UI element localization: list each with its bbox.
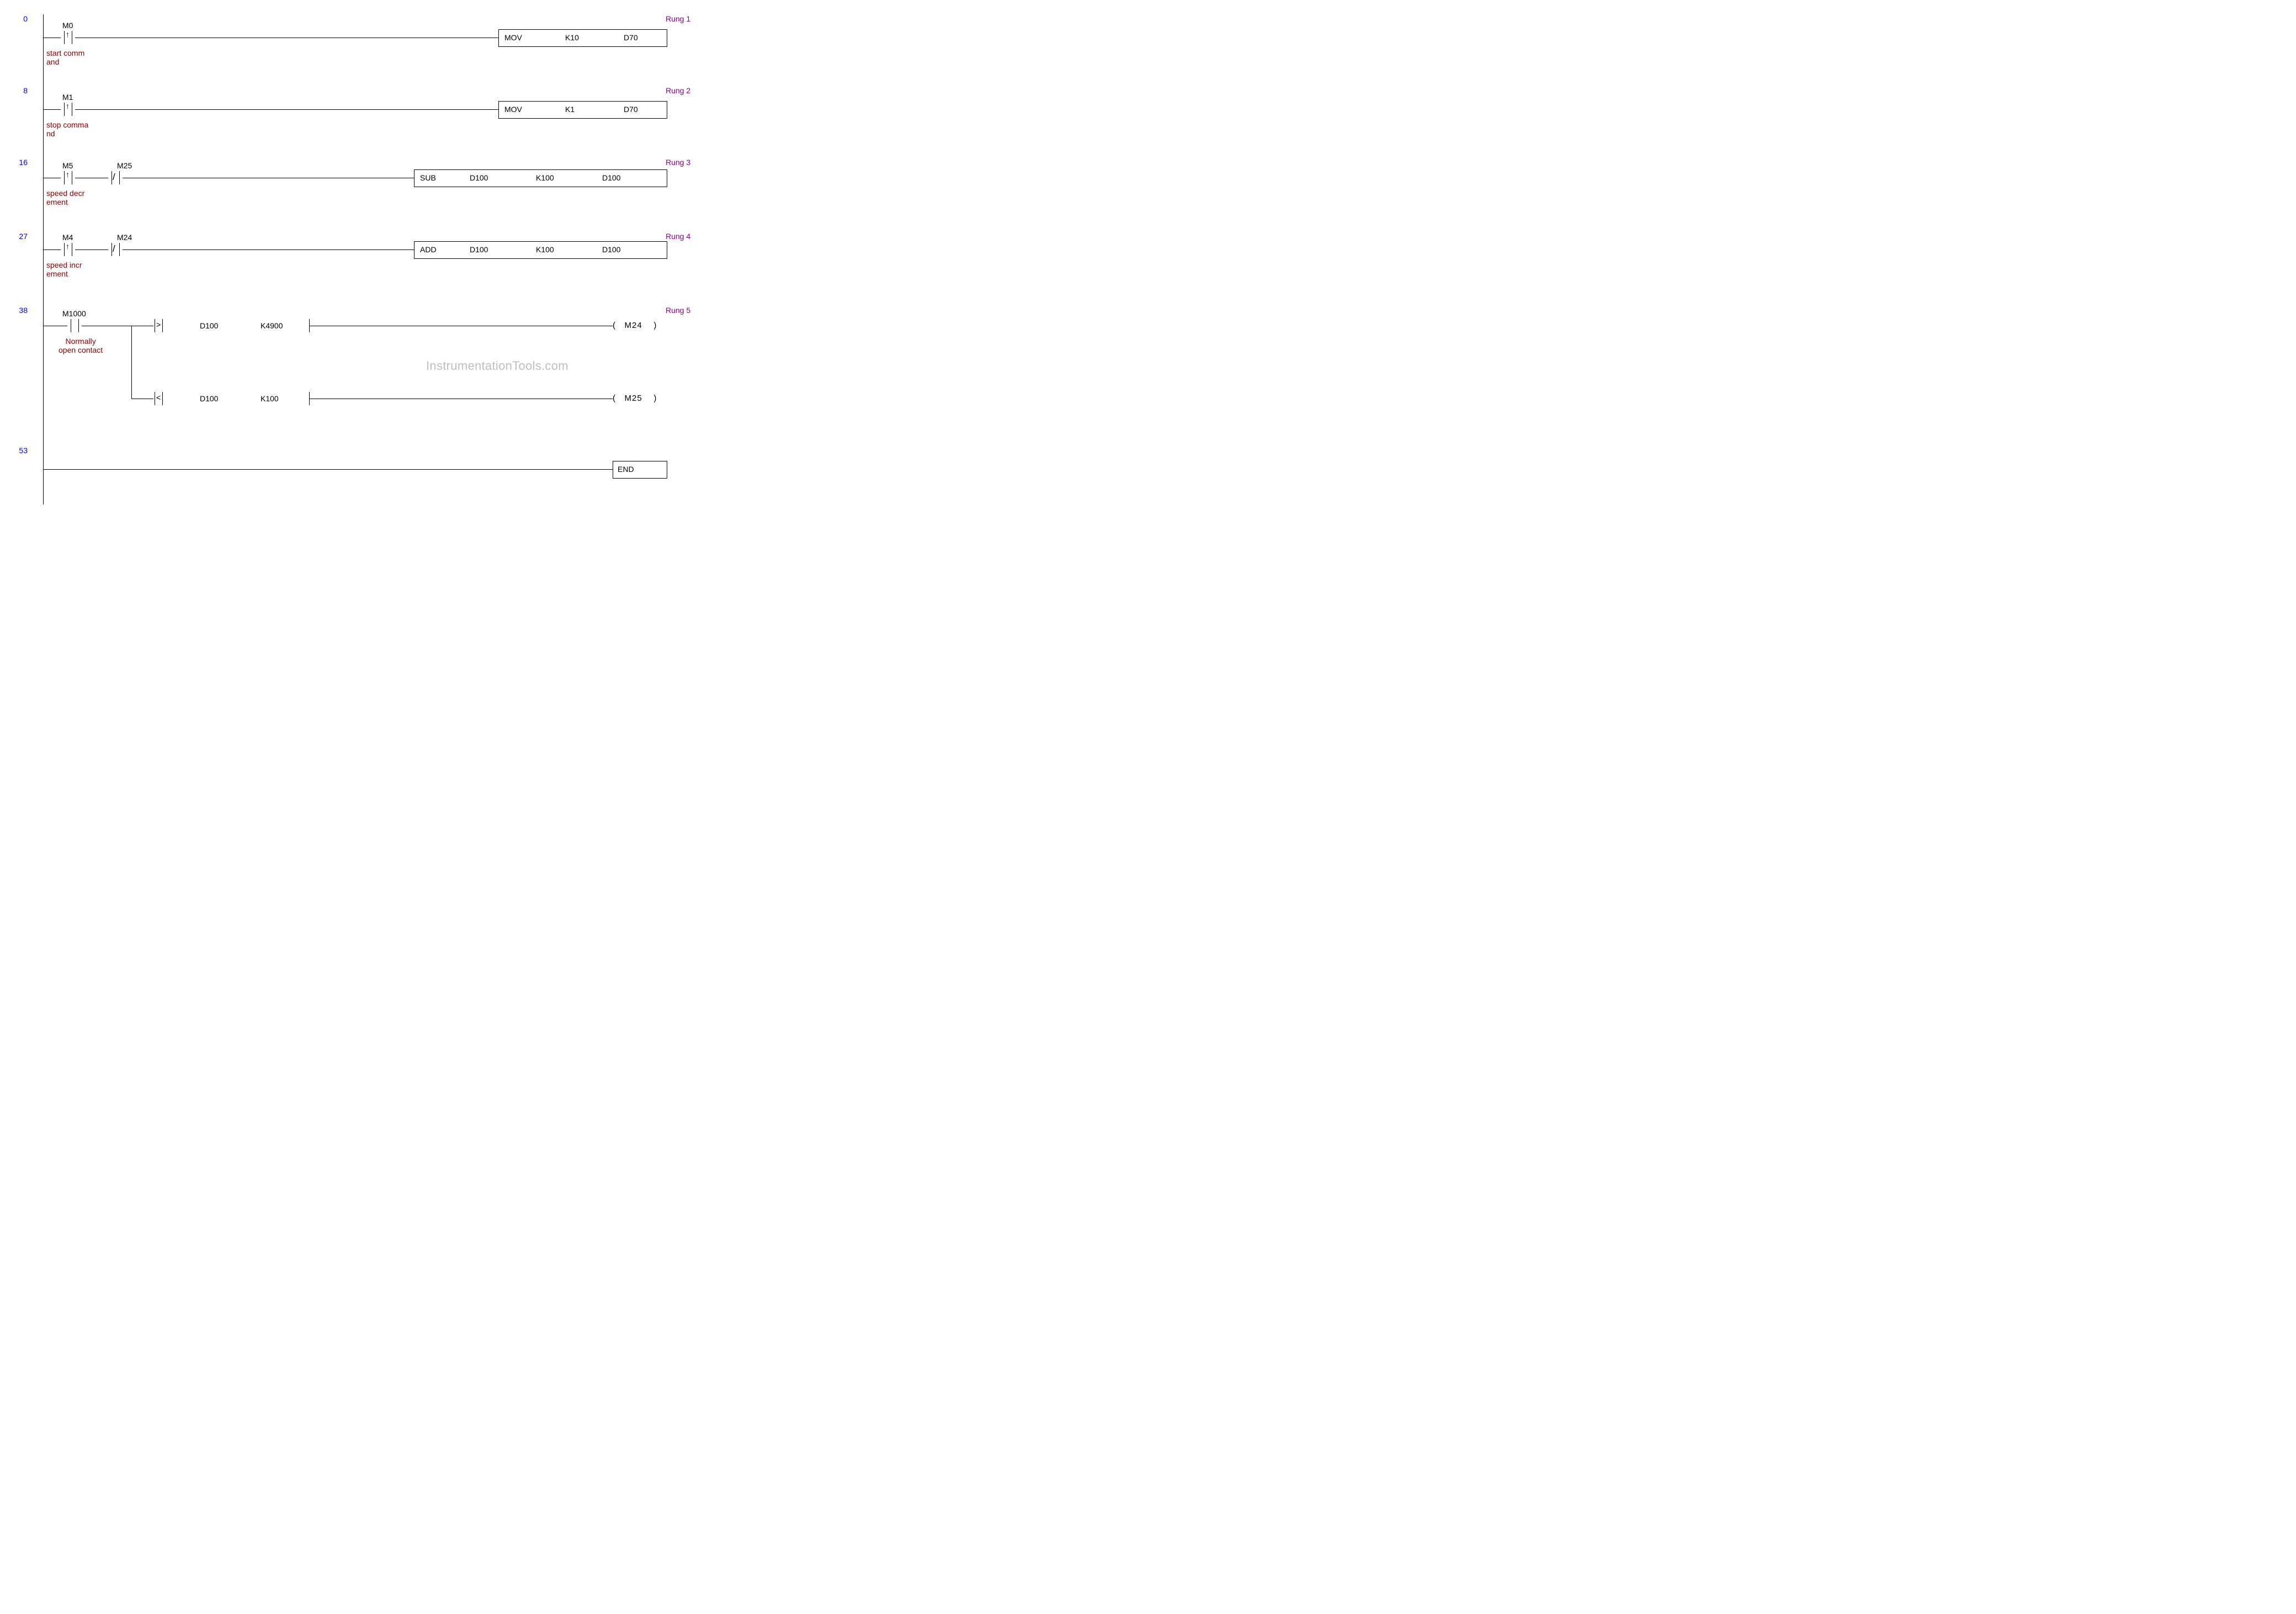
contact-nc-m25: / xyxy=(108,171,123,184)
step-number: 38 xyxy=(17,306,28,315)
address-label: M0 xyxy=(62,21,73,30)
address-label: M1 xyxy=(62,93,73,102)
rung-label: Rung 5 xyxy=(666,306,690,315)
address-label: M1000 xyxy=(62,309,86,318)
instruction-box-mov: MOV K1 D70 xyxy=(498,101,667,119)
rung-label: Rung 1 xyxy=(666,14,690,23)
instruction-box-end: END xyxy=(613,461,667,479)
branch-wire xyxy=(131,326,132,399)
compare-lt: < xyxy=(153,392,163,405)
step-number: 8 xyxy=(17,86,28,95)
address-label: M4 xyxy=(62,233,73,242)
rising-edge-icon: ↑ xyxy=(66,170,70,179)
instruction-box-mov: MOV K10 D70 xyxy=(498,29,667,47)
rising-edge-icon: ↑ xyxy=(66,30,70,39)
rising-edge-icon: ↑ xyxy=(66,102,70,110)
contact-no-m1000 xyxy=(67,319,82,332)
coil-m24: ( M24 ) xyxy=(613,321,657,330)
contact-rising-m4: ↑ xyxy=(61,243,75,256)
nc-slash-icon: / xyxy=(113,172,115,183)
watermark-text: InstrumentationTools.com xyxy=(426,359,568,373)
contact-rising-m5: ↑ xyxy=(61,171,75,184)
rising-edge-icon: ↑ xyxy=(66,242,70,251)
address-label: M25 xyxy=(117,161,132,170)
compare-operand: D100 xyxy=(200,394,218,403)
ladder-diagram: 0 Rung 1 ↑ M0 start comm and MOV K10 D70… xyxy=(0,0,718,505)
step-number: 53 xyxy=(17,446,28,455)
instruction-box-sub: SUB D100 K100 D100 xyxy=(414,169,667,187)
nc-slash-icon: / xyxy=(113,243,115,254)
rung-label: Rung 4 xyxy=(666,232,690,241)
compare-operand: K100 xyxy=(261,394,279,403)
step-number: 0 xyxy=(17,14,28,23)
contact-rising-m1: ↑ xyxy=(61,103,75,116)
address-label: M5 xyxy=(62,161,73,170)
compare-gt: > xyxy=(153,319,163,332)
contact-rising-m0: ↑ xyxy=(61,31,75,44)
rung-label: Rung 2 xyxy=(666,86,690,95)
step-number: 16 xyxy=(17,158,28,167)
wire xyxy=(43,109,61,110)
contact-comment: speed decr ement xyxy=(46,189,84,206)
left-power-rail xyxy=(43,14,44,505)
address-label: M24 xyxy=(117,233,132,242)
contact-comment: Normally open contact xyxy=(59,337,103,354)
wire xyxy=(75,249,108,250)
wire xyxy=(43,469,613,470)
compare-operand: D100 xyxy=(200,321,218,330)
rung-label: Rung 3 xyxy=(666,158,690,167)
wire xyxy=(123,249,414,250)
instruction-box-add: ADD D100 K100 D100 xyxy=(414,241,667,259)
coil-m25: ( M25 ) xyxy=(613,394,657,403)
contact-nc-m24: / xyxy=(108,243,123,256)
step-number: 27 xyxy=(17,232,28,241)
contact-comment: start comm and xyxy=(46,49,84,66)
contact-comment: speed incr ement xyxy=(46,261,82,278)
contact-comment: stop comma nd xyxy=(46,120,88,138)
wire xyxy=(43,249,61,250)
compare-operand: K4900 xyxy=(261,321,283,330)
wire xyxy=(75,109,498,110)
